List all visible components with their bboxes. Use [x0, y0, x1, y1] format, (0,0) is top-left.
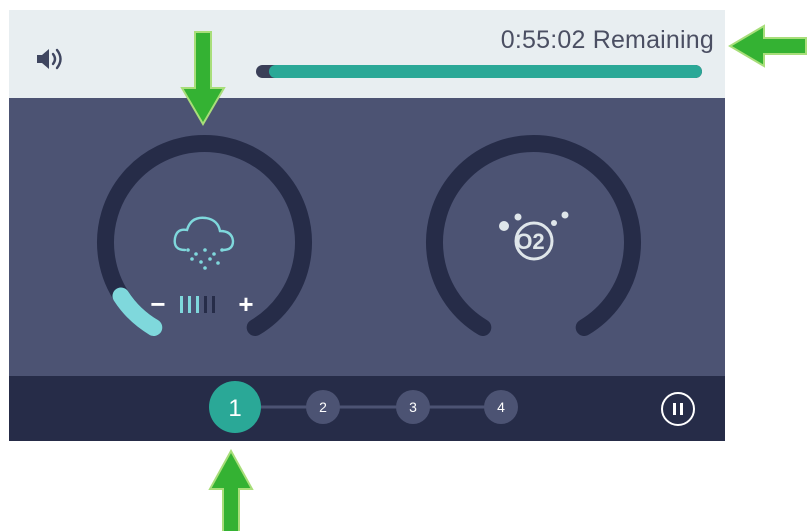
mist-level-segment	[180, 296, 183, 313]
mist-dial[interactable]: − +	[97, 135, 312, 336]
annotation-arrow-left	[728, 24, 807, 68]
o2-bubbles-icon: O2	[499, 211, 569, 261]
step-label: 1	[228, 395, 241, 422]
step-label: 4	[497, 399, 505, 415]
o2-label: O2	[515, 229, 544, 254]
speaker-volume-icon	[37, 48, 62, 70]
step-navigation-bar: 1 2 3 4	[9, 376, 725, 441]
mist-level-segment	[188, 296, 191, 313]
volume-button[interactable]	[31, 44, 71, 74]
step-4[interactable]: 4	[484, 390, 518, 424]
mist-level-segment	[212, 296, 215, 313]
step-label: 2	[319, 399, 327, 415]
step-label: 3	[409, 399, 417, 415]
annotation-arrow-up	[208, 449, 254, 531]
mist-level-indicator	[180, 296, 215, 313]
mist-increase-button[interactable]: +	[238, 289, 253, 319]
mist-decrease-button[interactable]: −	[150, 289, 165, 319]
step-2[interactable]: 2	[306, 390, 340, 424]
mist-dial-level-arc	[112, 287, 163, 336]
dial-panel: − + O2	[9, 98, 725, 376]
status-bar: 0:55:02 Remaining	[9, 10, 725, 98]
mist-level-segment	[204, 296, 207, 313]
mist-level-segment	[196, 296, 199, 313]
device-screen: 0:55:02 Remaining − + O2 1 2 3 4	[9, 10, 725, 441]
step-1[interactable]: 1	[209, 381, 261, 433]
progress-bar	[256, 65, 702, 78]
step-3[interactable]: 3	[396, 390, 430, 424]
time-remaining-text: 0:55:02 Remaining	[500, 26, 714, 54]
pause-icon	[673, 403, 676, 415]
progress-bar-fill	[269, 65, 702, 78]
mist-cloud-icon	[173, 216, 235, 270]
oxygen-dial[interactable]: O2	[426, 135, 641, 336]
annotation-arrow-down	[180, 31, 226, 126]
pause-button[interactable]	[661, 392, 695, 426]
